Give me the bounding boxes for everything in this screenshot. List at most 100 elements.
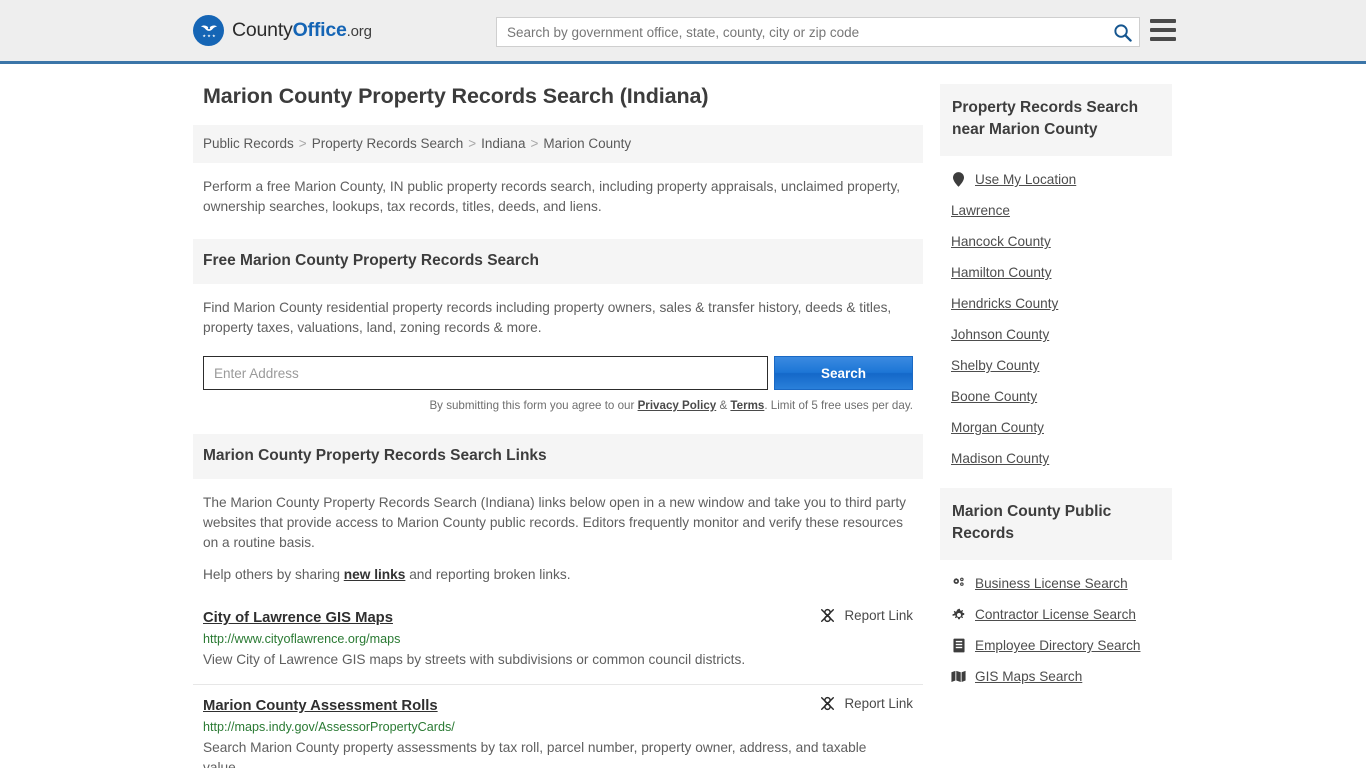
link-result-item: City of Lawrence GIS Maps http://www.cit… [193, 603, 923, 684]
eagle-shield-logo-icon [193, 15, 224, 46]
report-link-label: Report Link [844, 696, 913, 711]
intro-paragraph: Perform a free Marion County, IN public … [203, 179, 901, 214]
terms-link[interactable]: Terms [730, 399, 764, 412]
links-section-paragraph: The Marion County Property Records Searc… [203, 495, 906, 550]
breadcrumb-separator: > [468, 136, 477, 151]
links-section-heading: Marion County Property Records Search Li… [193, 434, 923, 479]
site-header: CountyOffice.org [0, 0, 1366, 64]
link-result-url: http://maps.indy.gov/AssessorPropertyCar… [203, 720, 455, 734]
sidebar-panel-nearby: Property Records Search near Marion Coun… [940, 84, 1172, 474]
breadcrumb-item-public-records[interactable]: Public Records [203, 136, 294, 151]
link-result-description: Search Marion County property assessment… [203, 740, 867, 768]
sidebar-public-records-list: Business License Search Contractor Licen… [940, 560, 1172, 692]
new-links-link[interactable]: new links [344, 567, 406, 582]
sidebar-item-hendricks-county[interactable]: Hendricks County [940, 288, 1172, 319]
sidebar-nearby-heading: Property Records Search near Marion Coun… [940, 84, 1172, 156]
breadcrumb-separator: > [298, 136, 307, 151]
breadcrumb-item-indiana[interactable]: Indiana [481, 136, 525, 151]
link-result-item: Marion County Assessment Rolls http://ma… [193, 684, 923, 768]
logo-text-org: .org [346, 23, 372, 40]
sidebar-item-label[interactable]: Lawrence [951, 203, 1010, 218]
sidebar-item-label[interactable]: Morgan County [951, 420, 1044, 435]
sidebar-item-label[interactable]: Contractor License Search [975, 607, 1136, 622]
search-input[interactable] [497, 18, 1105, 46]
sidebar-item-label[interactable]: Johnson County [951, 327, 1049, 342]
sidebar-item-label[interactable]: Hancock County [951, 234, 1051, 249]
cogs-icon [951, 577, 966, 591]
sidebar-item-label[interactable]: Hendricks County [951, 296, 1058, 311]
location-pin-icon [951, 172, 966, 187]
sidebar-item-madison-county[interactable]: Madison County [940, 443, 1172, 474]
hamburger-bar [1150, 28, 1176, 32]
sidebar-item-label[interactable]: Business License Search [975, 576, 1128, 591]
breadcrumb-item-property-records-search[interactable]: Property Records Search [312, 136, 464, 151]
link-result-url: http://www.cityoflawrence.org/maps [203, 632, 401, 646]
address-search-form: Search [203, 356, 913, 390]
gear-icon [951, 608, 966, 622]
book-icon [951, 638, 966, 653]
hamburger-bar [1150, 37, 1176, 41]
sidebar-item-use-my-location[interactable]: Use My Location [940, 164, 1172, 195]
free-search-heading: Free Marion County Property Records Sear… [193, 239, 923, 284]
sidebar-item-hamilton-county[interactable]: Hamilton County [940, 257, 1172, 288]
disclaimer-prefix: By submitting this form you agree to our [429, 399, 638, 412]
logo-text-county: County [232, 19, 293, 41]
sidebar-item-contractor-license-search[interactable]: Contractor License Search [940, 599, 1172, 630]
sidebar-item-business-license-search[interactable]: Business License Search [940, 568, 1172, 599]
map-icon [951, 670, 966, 683]
hamburger-bar [1150, 19, 1176, 23]
sidebar-item-lawrence[interactable]: Lawrence [940, 195, 1172, 226]
report-link-label: Report Link [844, 608, 913, 623]
hamburger-menu-icon[interactable] [1150, 19, 1176, 41]
content-row: Marion County Property Records Search (I… [193, 64, 1173, 768]
report-link-button[interactable]: Report Link [819, 695, 913, 712]
search-submit-button[interactable] [1105, 18, 1139, 46]
sidebar-item-johnson-county[interactable]: Johnson County [940, 319, 1172, 350]
sidebar-panel-public-records: Marion County Public Records Business Li… [940, 488, 1172, 692]
sidebar-item-gis-maps-search[interactable]: GIS Maps Search [940, 661, 1172, 692]
address-search-button[interactable]: Search [774, 356, 913, 390]
sidebar-item-label[interactable]: Use My Location [975, 172, 1076, 187]
sidebar-item-label[interactable]: Hamilton County [951, 265, 1052, 280]
logo-text-office: Office [292, 19, 347, 41]
breadcrumb: Public Records > Property Records Search > I… [193, 125, 923, 163]
sidebar-item-morgan-county[interactable]: Morgan County [940, 412, 1172, 443]
disclaimer-suffix: . Limit of 5 free uses per day. [764, 399, 913, 412]
link-result-description: View City of Lawrence GIS maps by street… [203, 652, 746, 667]
help-prefix: Help others by sharing [203, 567, 344, 582]
sidebar-item-label[interactable]: Boone County [951, 389, 1037, 404]
global-search-bar[interactable] [496, 17, 1140, 47]
search-icon [1113, 23, 1132, 42]
sidebar-public-records-heading: Marion County Public Records [940, 488, 1172, 560]
site-logo-text: CountyOffice.org [232, 19, 372, 42]
page-title: Marion County Property Records Search (I… [203, 84, 709, 108]
sidebar-item-label[interactable]: Madison County [951, 451, 1049, 466]
link-result-title[interactable]: City of Lawrence GIS Maps [203, 610, 393, 626]
site-logo[interactable]: CountyOffice.org [193, 15, 372, 46]
address-input[interactable] [203, 356, 769, 390]
sidebar-item-employee-directory-search[interactable]: Employee Directory Search [940, 630, 1172, 661]
free-search-description: Find Marion County residential property … [203, 300, 892, 335]
report-link-button[interactable]: Report Link [819, 607, 913, 624]
sidebar-item-shelby-county[interactable]: Shelby County [940, 350, 1172, 381]
sidebar-column: Property Records Search near Marion Coun… [940, 84, 1172, 692]
broken-link-icon [820, 608, 834, 623]
form-disclaimer: By submitting this form you agree to our… [193, 399, 913, 412]
links-section-body: The Marion County Property Records Searc… [193, 479, 923, 585]
page-container: Marion County Property Records Search (I… [0, 64, 1366, 768]
sidebar-item-label[interactable]: Shelby County [951, 358, 1039, 373]
breadcrumb-separator: > [530, 136, 539, 151]
broken-link-icon [820, 696, 834, 711]
sidebar-item-boone-county[interactable]: Boone County [940, 381, 1172, 412]
link-result-title[interactable]: Marion County Assessment Rolls [203, 698, 438, 714]
link-results-list: City of Lawrence GIS Maps http://www.cit… [193, 603, 923, 768]
privacy-policy-link[interactable]: Privacy Policy [638, 399, 717, 412]
sidebar-item-label[interactable]: GIS Maps Search [975, 669, 1082, 684]
disclaimer-amp: & [716, 399, 731, 412]
breadcrumb-item-marion-county[interactable]: Marion County [543, 136, 631, 151]
free-search-body: Find Marion County residential property … [193, 284, 923, 338]
sidebar-nearby-list: Use My Location Lawrence Hancock County … [940, 156, 1172, 474]
sidebar-item-hancock-county[interactable]: Hancock County [940, 226, 1172, 257]
sidebar-item-label[interactable]: Employee Directory Search [975, 638, 1140, 653]
main-column: Marion County Property Records Search (I… [193, 84, 923, 768]
